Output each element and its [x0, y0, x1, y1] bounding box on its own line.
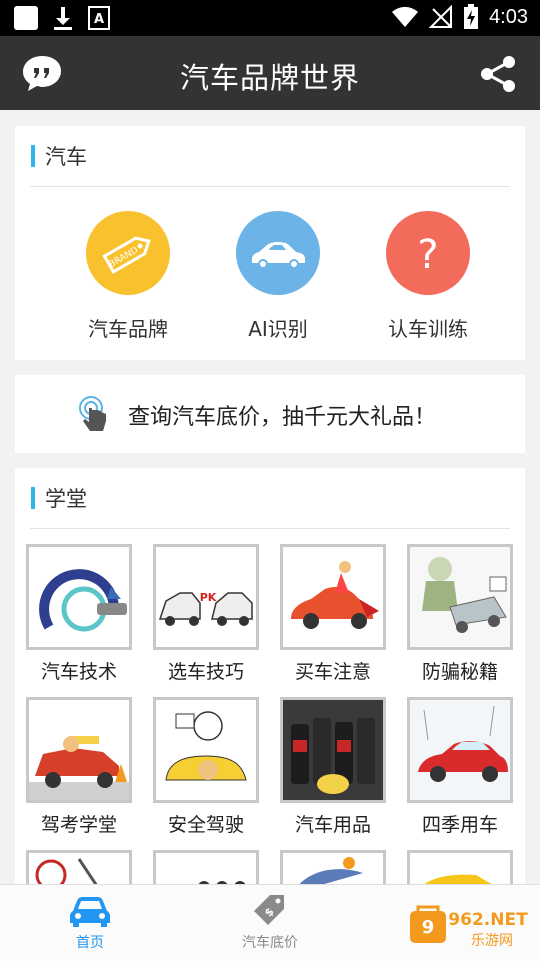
car-supplies-image [280, 697, 386, 803]
clock-time: 4:03 [489, 5, 528, 28]
divider [30, 528, 510, 529]
school-section-header: 学堂 [31, 486, 87, 511]
school-section-title: 学堂 [45, 487, 87, 511]
feature-label: 认车训练 [388, 317, 468, 341]
car-selection-image: PK [153, 544, 259, 650]
wifi-icon [392, 6, 419, 28]
price-tag-icon: $ [254, 895, 284, 925]
school-item-car-supplies[interactable]: 汽车用品 [280, 697, 386, 837]
battery-charging-icon [464, 4, 479, 29]
brand-tag-icon: BRAND [86, 211, 170, 295]
car-section-header: 汽车 [31, 144, 87, 169]
school-item-label: 买车注意 [294, 661, 371, 683]
feature-label: 汽车品牌 [88, 317, 168, 341]
watermark-brand: 962.NET [448, 910, 528, 930]
school-item-car-selection[interactable]: PK 选车技巧 [153, 544, 259, 684]
tap-hand-icon [79, 396, 106, 431]
status-bar: A 4:03 [0, 0, 540, 36]
car-icon [70, 897, 110, 927]
section-accent-bar [31, 487, 35, 509]
tab-label: 汽车底价 [242, 935, 298, 951]
share-icon[interactable] [478, 54, 518, 94]
car-section-title: 汽车 [45, 145, 87, 169]
car-icon [236, 211, 320, 295]
car-tech-image [26, 544, 132, 650]
school-item-row3-3[interactable] [280, 850, 386, 888]
buying-tips-image [280, 544, 386, 650]
school-item-safe-driving[interactable]: 安全驾驶 [153, 697, 259, 837]
anti-fraud-image [407, 544, 513, 650]
bottom-tab-bar: 首页 $ 汽车底价 9 962.NET 乐游网 [0, 884, 540, 961]
divider [30, 186, 510, 187]
school-item-label: 防骗秘籍 [421, 661, 498, 683]
school-section-card: 学堂 汽车技术 PK 选车技巧 买车注意 防骗秘籍 驾考学堂 安全驾驶 汽车用品… [15, 468, 525, 888]
tab-home[interactable]: 首页 [0, 885, 180, 961]
feature-label: AI识别 [248, 317, 308, 341]
app-title: 汽车品牌世界 [179, 61, 360, 95]
app-square-icon [14, 6, 38, 30]
svg-text:?: ? [417, 232, 438, 278]
school-item-car-tech[interactable]: 汽车技术 [26, 544, 132, 684]
text-a-icon: A [88, 6, 110, 30]
school-item-image [407, 850, 513, 888]
car-section-card: 汽车 BRAND 汽车品牌 AI识别 ? 认车训练 [15, 126, 525, 360]
school-item-label: 安全驾驶 [167, 814, 244, 836]
feature-car-training[interactable]: ? 认车训练 [358, 211, 498, 342]
promo-banner[interactable]: 查询汽车底价，抽千元大礼品！ [15, 375, 525, 453]
app-bar: 汽车品牌世界 [0, 36, 540, 110]
safe-driving-image [153, 697, 259, 803]
question-icon: ? [386, 211, 470, 295]
seasonal-car-use-image [407, 697, 513, 803]
section-accent-bar [31, 145, 35, 167]
school-item-image [153, 850, 259, 888]
no-signal-icon [429, 5, 453, 28]
svg-text:A: A [94, 12, 104, 27]
school-item-row3-1[interactable] [26, 850, 132, 888]
school-item-seasonal-car-use[interactable]: 四季用车 [407, 697, 513, 837]
school-item-anti-fraud[interactable]: 防骗秘籍 [407, 544, 513, 684]
school-item-driving-test[interactable]: 驾考学堂 [26, 697, 132, 837]
promo-text: 查询汽车底价，抽千元大礼品！ [128, 405, 437, 430]
school-item-label: 四季用车 [421, 814, 498, 836]
feature-ai-recognition[interactable]: AI识别 [208, 211, 348, 342]
download-icon [54, 7, 72, 30]
tab-label: 首页 [76, 935, 104, 951]
svg-text:PK: PK [200, 591, 217, 604]
watermark-logo: 9 962.NET 乐游网 [408, 901, 532, 951]
school-item-label: 驾考学堂 [40, 814, 117, 836]
school-item-label: 选车技巧 [167, 661, 244, 683]
feature-car-brands[interactable]: BRAND 汽车品牌 [58, 211, 198, 342]
school-item-image [280, 850, 386, 888]
svg-text:9: 9 [422, 917, 435, 938]
school-item-label: 汽车用品 [294, 814, 371, 836]
school-item-row3-4[interactable] [407, 850, 513, 888]
school-item-image [26, 850, 132, 888]
school-item-buying-tips[interactable]: 买车注意 [280, 544, 386, 684]
school-item-label: 汽车技术 [40, 661, 117, 683]
tab-car-price[interactable]: $ 汽车底价 [180, 885, 360, 961]
driving-test-image [26, 697, 132, 803]
watermark-sub: 乐游网 [471, 933, 513, 949]
school-item-row3-2[interactable] [153, 850, 259, 888]
